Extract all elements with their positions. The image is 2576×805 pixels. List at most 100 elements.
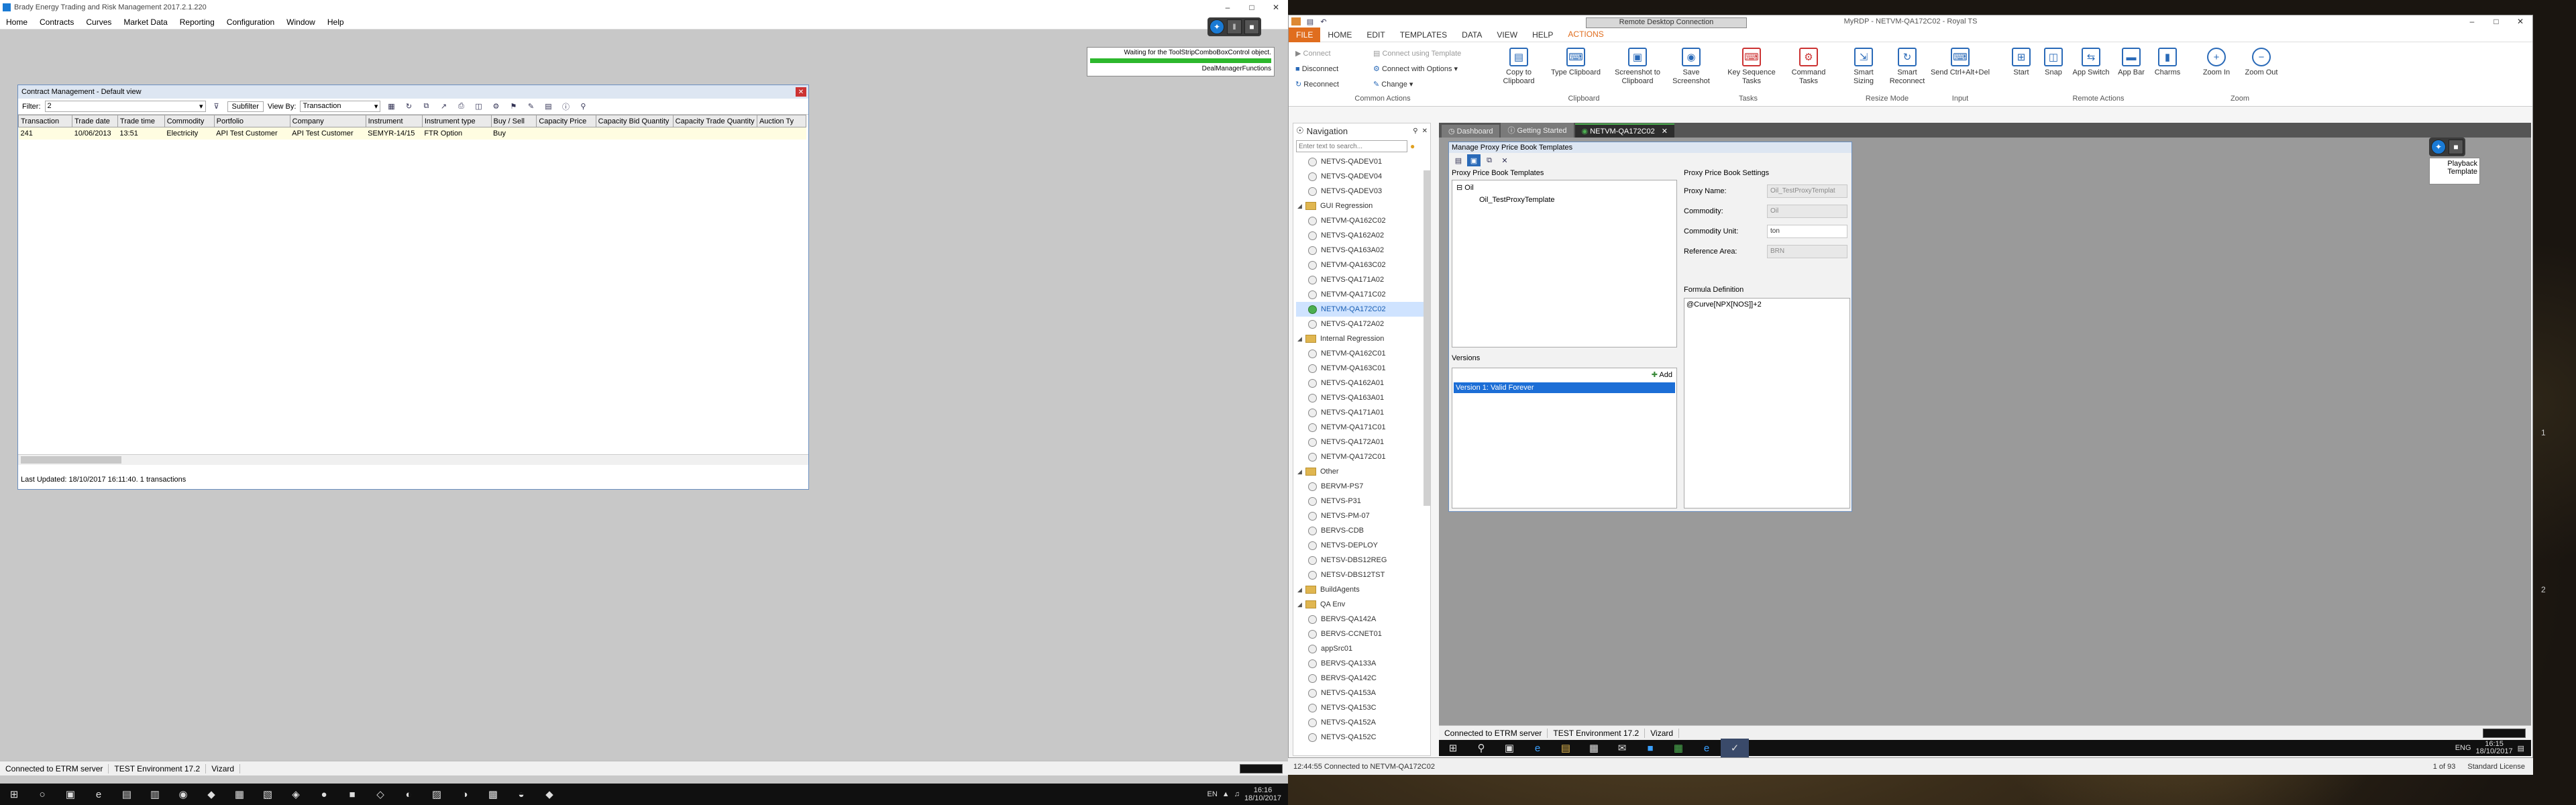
tab-file[interactable]: FILE [1289,25,1321,44]
nav-connection[interactable]: NETVS-DEPLOY [1296,538,1430,553]
nav-connection[interactable]: NETVS-QA153C [1296,700,1430,715]
lightbulb-icon[interactable]: ● [1410,142,1415,151]
tab-actions[interactable]: ACTIONS [1560,26,1611,44]
tray-time[interactable]: 16:16 [1254,786,1273,794]
nav-folder[interactable]: ◢ GUI Regression [1296,199,1430,213]
nav-connection[interactable]: NETVM-QA171C01 [1296,420,1430,435]
menu-window[interactable]: Window [280,17,321,27]
nav-connection[interactable]: BERVS-QA142C [1296,671,1430,686]
recorder-icon[interactable]: ✦ [1210,19,1224,34]
snap-button[interactable]: ◫ Snap [2040,48,2067,77]
taskbar-app-icon[interactable]: ◆ [535,785,564,804]
export-icon[interactable]: ↗ [437,101,450,113]
zoom-in-button[interactable]: + Zoom In [2198,48,2235,77]
filter-dropdown[interactable]: 2 ▾ [44,101,206,112]
nav-folder[interactable]: ◢ Internal Regression [1296,331,1430,346]
taskbar-app-icon[interactable]: ▣ [56,785,85,804]
copy-icon[interactable]: ⧉ [419,101,433,113]
nav-connection[interactable]: NETVM-QA172C02 [1296,302,1430,317]
tray-date[interactable]: 18/10/2017 [1244,794,1281,802]
add-version-button[interactable]: ✚ Add [1452,368,1676,381]
taskbar-app-icon[interactable]: ▩ [479,785,507,804]
task-view-icon[interactable]: ▣ [1495,739,1523,757]
ie-icon[interactable]: e [1693,739,1721,757]
column-header[interactable]: Auction Ty [756,115,807,127]
maximize-icon[interactable]: □ [1240,0,1264,15]
column-header[interactable]: Instrument type [421,115,492,127]
network-icon[interactable]: ▲ [1222,790,1230,798]
scrollbar-thumb[interactable] [21,456,121,464]
nav-connection[interactable]: NETVM-QA171C02 [1296,287,1430,302]
column-header[interactable]: Capacity Bid Quantity [595,115,674,127]
nav-folder[interactable]: ◢ BuildAgents [1296,582,1430,597]
nav-connection[interactable]: NETVS-QA152C [1296,730,1430,745]
nav-connection[interactable]: BERVS-CCNET01 [1296,627,1430,641]
taskbar-app-icon[interactable]: ◑ [451,785,479,804]
tab-templates[interactable]: TEMPLATES [1393,26,1454,44]
nav-connection[interactable]: BERVS-QA142A [1296,612,1430,627]
windows-start-icon[interactable]: ⊞ [1439,739,1467,757]
nav-connection[interactable]: NETVM-QA172C01 [1296,449,1430,464]
close-icon[interactable]: ✕ [1422,127,1428,135]
nav-folder[interactable]: ◢ QA Env [1296,597,1430,612]
excel-icon[interactable]: ▦ [1664,739,1693,757]
nav-connection[interactable]: appSrc01 [1296,641,1430,656]
rdc-tab[interactable]: Remote Desktop Connection [1586,17,1747,28]
column-header[interactable]: Portfolio [213,115,290,127]
nav-connection[interactable]: NETVS-QADEV01 [1296,154,1430,169]
tab-dashboard[interactable]: ◷ Dashboard [1442,125,1500,138]
pin-icon[interactable]: ⚲ [1413,127,1417,135]
edit-icon[interactable]: ✎ [524,101,537,113]
table-row[interactable]: 241 10/06/2013 13:51 Electricity API Test Cu… [18,127,806,140]
close-icon[interactable]: ✕ [796,87,806,97]
connect-template-button[interactable]: ▤ Connect using Template [1373,46,1461,62]
zoom-out-button[interactable]: − Zoom Out [2241,48,2282,77]
app-switch-button[interactable]: ⇆ App Switch [2072,48,2110,77]
tab-view[interactable]: VIEW [1489,26,1525,44]
nav-connection[interactable]: NETVM-QA162C01 [1296,346,1430,361]
menu-reporting[interactable]: Reporting [174,17,221,27]
nav-connection[interactable]: NETSV-DBS12REG [1296,553,1430,568]
store-icon[interactable]: ▦ [1580,739,1608,757]
taskbar-app-icon[interactable]: ◆ [197,785,225,804]
volume-icon[interactable]: ♫ [1234,790,1240,798]
menu-home[interactable]: Home [0,17,34,27]
nav-connection[interactable]: NETVS-QA162A01 [1296,376,1430,390]
refresh-icon[interactable]: ↻ [402,101,415,113]
column-header[interactable]: Capacity Price [536,115,596,127]
expand-icon[interactable]: ◢ [1297,601,1305,608]
expand-icon[interactable]: ◢ [1297,335,1305,343]
app-icon[interactable]: ■ [1636,739,1664,757]
taskbar-app-icon[interactable]: ▦ [225,785,254,804]
nav-connection[interactable]: NETVM-QA162C02 [1296,213,1430,228]
nav-connection[interactable]: NETVS-QA163A02 [1296,243,1430,258]
nav-search-input[interactable] [1296,140,1407,152]
close-icon[interactable]: ✕ [1662,127,1668,136]
taskbar-app-icon[interactable]: e [85,785,113,804]
taskbar-app-icon[interactable]: ◉ [169,785,197,804]
taskbar-app-icon[interactable]: ■ [338,785,366,804]
search-icon[interactable]: ⚲ [1467,739,1495,757]
nav-connection[interactable]: NETVS-P31 [1296,494,1430,508]
pin-icon[interactable]: ⚲ [576,101,590,113]
app-bar-button[interactable]: ▬ App Bar [2115,48,2147,77]
nav-connection[interactable]: NETVS-QA171A02 [1296,272,1430,287]
notifications-icon[interactable]: ▤ [2518,744,2524,753]
minimize-icon[interactable]: – [1216,0,1240,15]
connect-button[interactable]: ▶ Connect [1295,46,1339,62]
nav-connection[interactable]: NETVS-QA163A01 [1296,390,1430,405]
command-tasks-button[interactable]: ⚙ Command Tasks [1785,48,1832,86]
tab-edit[interactable]: EDIT [1359,26,1392,44]
column-header[interactable]: Commodity [164,115,215,127]
etrm-icon[interactable]: ✓ [1721,739,1749,757]
stop-icon[interactable]: ■ [2449,140,2463,154]
tree-child[interactable]: Oil_TestProxyTemplate [1452,195,1676,204]
new-icon[interactable]: ▤ [1452,154,1465,166]
screenshot-clipboard-button[interactable]: ▣ Screenshot to Clipboard [1611,48,1664,86]
folder-icon[interactable]: ▤ [1552,739,1580,757]
expand-icon[interactable]: ◢ [1297,468,1305,476]
nav-connection[interactable]: NETVS-QA153A [1296,686,1430,700]
field-value[interactable]: BRN [1767,245,1847,258]
delete-icon[interactable]: ✕ [1498,154,1511,166]
nav-connection[interactable]: NETVS-QA172A01 [1296,435,1430,449]
